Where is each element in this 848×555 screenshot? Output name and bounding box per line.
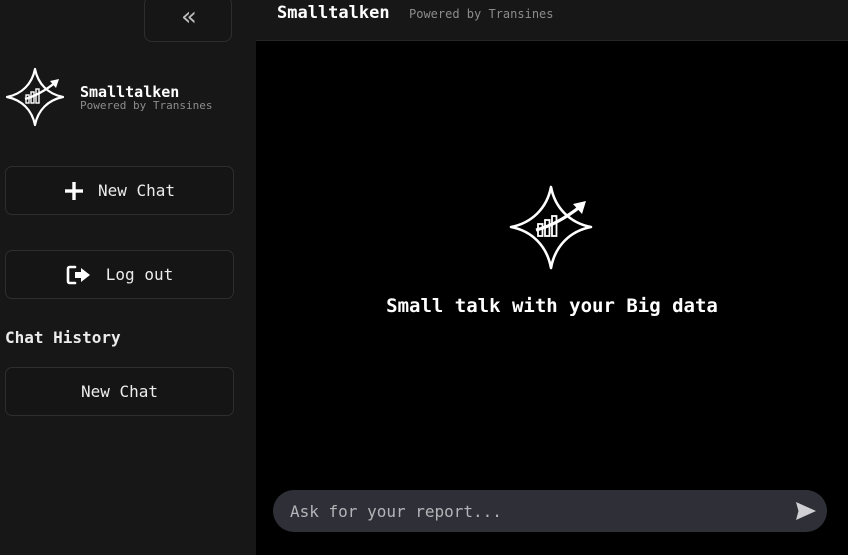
sparkle-chart-logo-icon [509,185,593,270]
collapse-sidebar-button[interactable]: « [144,0,232,42]
chat-history-item[interactable]: New Chat [5,367,234,416]
send-button[interactable] [795,501,817,521]
chat-history-heading: Chat History [5,328,121,347]
hero-tagline: Small talk with your Big data [386,295,718,317]
new-chat-button[interactable]: New Chat [5,166,234,215]
sparkle-chart-logo-icon [5,67,65,127]
report-prompt-input[interactable] [273,490,773,532]
chat-history-item-label: New Chat [80,382,159,401]
app-title: Smalltalken [277,3,390,23]
send-icon [796,502,816,520]
app: « Smalltalken Powered by Transines New C… [0,0,848,555]
chat-composer [273,490,827,532]
brand-name: Smalltalken [80,83,180,101]
logout-label: Log out [105,265,174,284]
new-chat-label: New Chat [97,181,176,200]
main-panel: Smalltalken Powered by Transines Small t… [256,0,848,555]
double-chevron-left-icon: « [181,2,197,32]
brand-subtitle: Powered by Transines [80,99,213,112]
top-bar: Smalltalken Powered by Transines [256,0,848,41]
sidebar: « Smalltalken Powered by Transines New C… [0,0,256,555]
plus-icon [64,181,84,201]
logout-icon [66,265,92,285]
app-subtitle: Powered by Transines [409,7,554,21]
sidebar-brand: Smalltalken Powered by Transines [4,66,212,128]
logout-button[interactable]: Log out [5,250,234,299]
